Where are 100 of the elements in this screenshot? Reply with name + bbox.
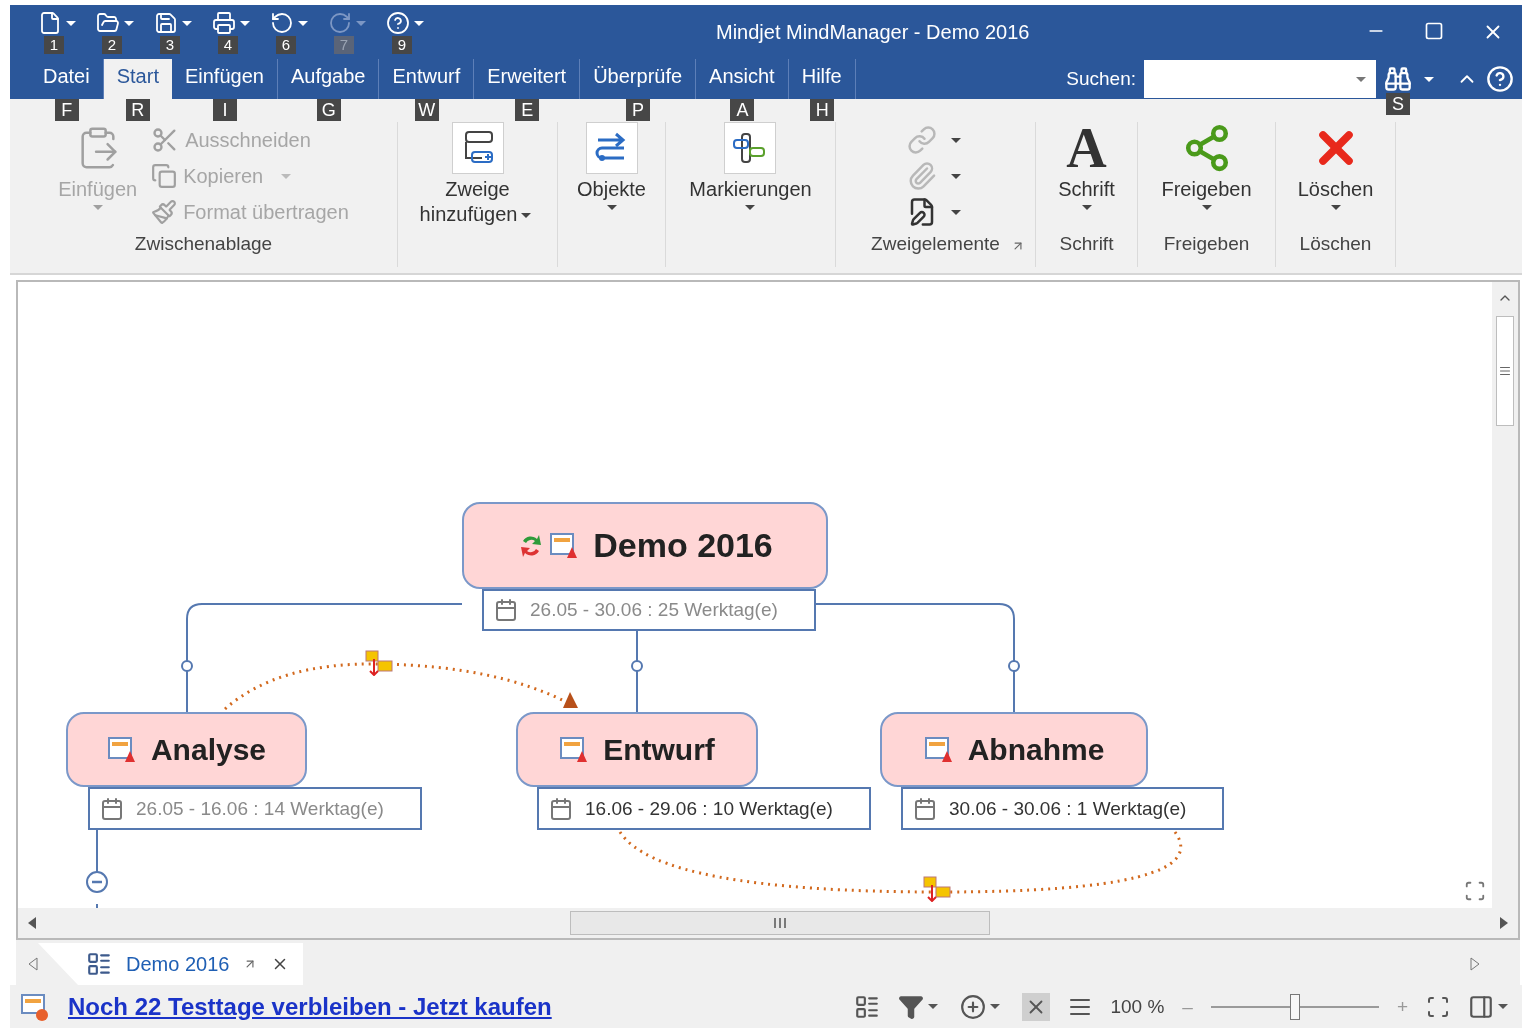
connector-dot bbox=[631, 660, 643, 672]
topic-node[interactable]: Abnahme bbox=[880, 712, 1148, 787]
ribbon-button[interactable]: Löschen bbox=[1297, 122, 1374, 210]
panel-icon bbox=[1468, 993, 1494, 1020]
group-label: Freigeben bbox=[1163, 233, 1250, 256]
caret-icon bbox=[298, 20, 308, 26]
keytip: 4 bbox=[218, 36, 238, 54]
paintbrush-icon bbox=[151, 199, 178, 225]
toggle-view-button[interactable] bbox=[1022, 992, 1051, 1021]
task-warning-icon bbox=[923, 734, 954, 765]
central-topic[interactable]: Demo 2016 bbox=[462, 502, 828, 589]
keytip: E bbox=[515, 99, 540, 121]
keytip: S bbox=[1386, 93, 1410, 115]
calendar-icon bbox=[100, 796, 124, 821]
help-icon[interactable] bbox=[1486, 65, 1514, 93]
topic-node[interactable]: Analyse bbox=[66, 712, 307, 787]
scrollbar-thumb[interactable] bbox=[1496, 316, 1514, 426]
caret-icon bbox=[1201, 205, 1212, 210]
trial-link[interactable]: Noch 22 Testtage verbleiben - Jetzt kaufen bbox=[68, 992, 552, 1021]
ribbon-button[interactable]: Freigeben bbox=[1161, 122, 1252, 210]
group-label: Schrift bbox=[1059, 233, 1114, 256]
outline-view-icon[interactable] bbox=[854, 993, 881, 1020]
connector-dot bbox=[181, 660, 193, 672]
ribbon-button[interactable]: Zweige hinzufügen bbox=[406, 122, 549, 227]
caret-icon bbox=[281, 173, 292, 179]
tabs-right-icon[interactable] bbox=[1470, 957, 1480, 971]
ribbon-button[interactable]: A Schrift bbox=[1058, 122, 1115, 210]
caret-icon bbox=[928, 1004, 939, 1009]
copy-icon bbox=[151, 163, 178, 189]
topic-node[interactable]: Entwurf bbox=[516, 712, 758, 787]
ribbon-button[interactable]: Markierungen bbox=[689, 122, 812, 210]
task-warning-icon bbox=[106, 734, 137, 765]
document-tab[interactable]: Demo 2016 bbox=[38, 943, 304, 985]
caret-icon bbox=[66, 20, 76, 26]
scrollbar-thumb[interactable] bbox=[570, 911, 990, 935]
calendar-icon bbox=[494, 598, 518, 622]
caret-icon bbox=[521, 213, 532, 219]
document-icon bbox=[86, 951, 112, 977]
keytip: G bbox=[316, 99, 341, 121]
trial-icon bbox=[20, 991, 50, 1022]
date-range-label: 16.06 - 29.06 : 10 Werktag(e) bbox=[537, 787, 871, 830]
connector-dot bbox=[1008, 660, 1020, 672]
caret-icon bbox=[950, 173, 961, 179]
fit-map-icon[interactable] bbox=[1464, 880, 1486, 902]
caret-icon bbox=[124, 20, 134, 26]
filter-icon bbox=[898, 993, 925, 1020]
ribbon-button[interactable]: Objekte bbox=[577, 122, 646, 210]
caret-icon bbox=[990, 1004, 1001, 1009]
keytip: 7 bbox=[334, 36, 354, 54]
date-range-label: 26.05 - 30.06 : 25 Werktag(e) bbox=[482, 589, 816, 631]
new-file-icon bbox=[38, 11, 62, 35]
help-icon bbox=[386, 11, 410, 35]
calendar-icon bbox=[913, 796, 937, 821]
group-label: Löschen bbox=[1299, 233, 1372, 256]
caret-icon bbox=[1081, 205, 1092, 210]
keytip: H bbox=[810, 99, 835, 121]
group-label: Zweigelemente bbox=[871, 233, 1000, 256]
keytip: 3 bbox=[160, 36, 180, 54]
caret-icon bbox=[92, 205, 103, 210]
date-range-label: 26.05 - 16.06 : 14 Werktag(e) bbox=[88, 787, 422, 830]
caret-icon bbox=[1424, 76, 1434, 82]
scroll-right-icon[interactable] bbox=[1500, 917, 1508, 929]
caret-icon bbox=[606, 205, 617, 210]
caret-icon bbox=[950, 209, 961, 215]
caret-icon bbox=[1498, 1004, 1508, 1009]
tabs-left-icon[interactable] bbox=[28, 957, 38, 971]
relationship-flag-icon bbox=[364, 650, 394, 676]
keytip: I bbox=[212, 99, 237, 121]
caret-icon bbox=[1356, 76, 1366, 82]
search-label: Suchen: bbox=[1066, 68, 1136, 90]
caret-icon bbox=[745, 205, 756, 210]
task-warning-icon bbox=[559, 734, 590, 765]
keytip: P bbox=[626, 99, 651, 121]
caret-icon bbox=[356, 20, 366, 26]
keytip: 9 bbox=[392, 36, 412, 54]
caret-icon bbox=[240, 20, 250, 26]
plus-circle-icon bbox=[960, 993, 987, 1020]
caret-icon bbox=[182, 20, 192, 26]
connector-line bbox=[96, 903, 98, 908]
font-icon: A bbox=[1066, 122, 1107, 174]
undo-icon bbox=[270, 11, 294, 35]
search-field[interactable] bbox=[1144, 60, 1376, 98]
relationship-flag-icon bbox=[922, 876, 952, 902]
collapse-toggle[interactable] bbox=[86, 871, 108, 893]
ribbon-tab[interactable]: Start bbox=[103, 59, 172, 99]
fit-page-icon[interactable] bbox=[1426, 994, 1450, 1019]
redo-icon bbox=[328, 11, 352, 35]
caret-icon bbox=[950, 137, 961, 143]
open-folder-icon bbox=[96, 11, 120, 35]
keytip: A bbox=[730, 99, 755, 121]
maximize-button[interactable] bbox=[1424, 21, 1444, 41]
zoom-slider-thumb[interactable] bbox=[1289, 993, 1300, 1020]
binoculars-icon[interactable] bbox=[1384, 65, 1412, 93]
save-icon bbox=[154, 11, 178, 35]
window-title: Mindjet MindManager - Demo 2016 bbox=[716, 21, 1030, 44]
caret-icon bbox=[414, 20, 424, 26]
keytip: 6 bbox=[276, 36, 296, 54]
keytip: 1 bbox=[44, 36, 64, 54]
link-icon bbox=[906, 125, 937, 155]
scroll-left-icon[interactable] bbox=[28, 917, 36, 929]
